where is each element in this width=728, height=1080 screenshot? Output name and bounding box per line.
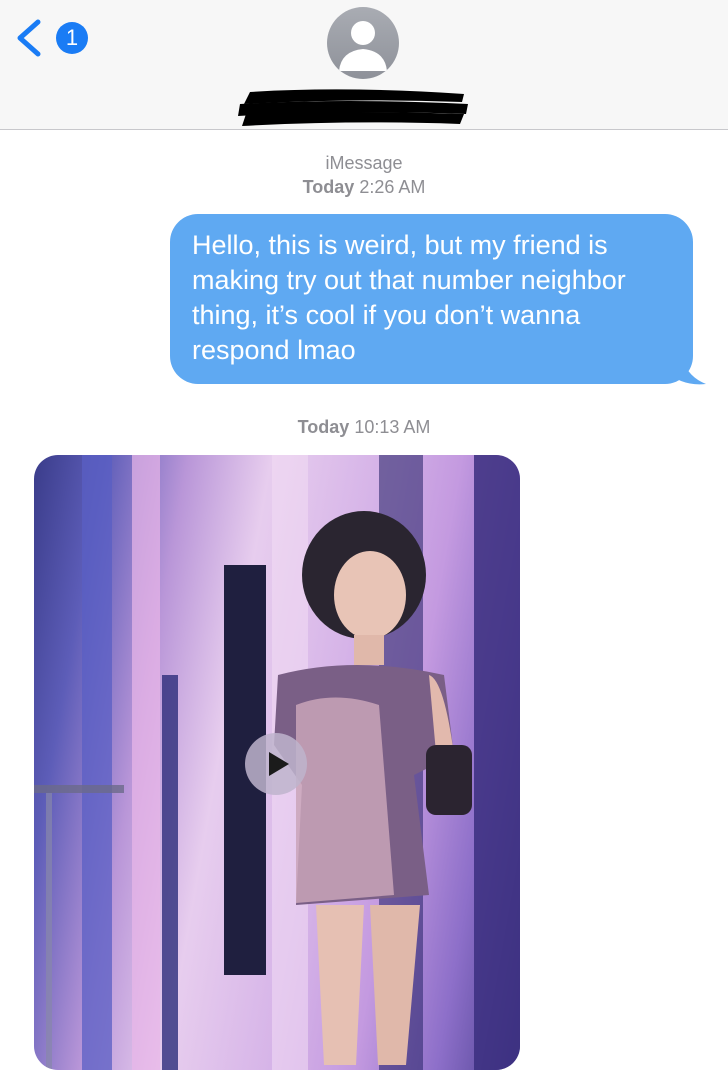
conversation-header: 1 [0, 0, 728, 130]
timestamp-header-2: Today 10:13 AM [0, 416, 728, 438]
timestamp-header: Today 2:26 AM [0, 176, 728, 198]
play-icon [269, 752, 289, 776]
service-label: iMessage [325, 153, 403, 173]
back-button[interactable]: 1 [14, 16, 88, 60]
redaction-scribble [238, 89, 468, 126]
unread-count-badge: 1 [56, 22, 88, 54]
timestamp-day-2: Today [297, 417, 350, 437]
outgoing-message-text: Hello, this is weird, but my friend is m… [192, 230, 626, 365]
person-silhouette-icon [339, 21, 387, 71]
play-button[interactable] [245, 733, 307, 795]
outgoing-message-bubble[interactable]: Hello, this is weird, but my friend is m… [170, 214, 693, 384]
timestamp-day: Today [302, 177, 355, 197]
bubble-tail [672, 356, 706, 385]
contact-avatar[interactable] [327, 7, 399, 79]
timestamp-time: 2:26 AM [359, 177, 426, 197]
timestamp-time-2: 10:13 AM [354, 417, 431, 437]
chevron-left-icon [17, 19, 41, 57]
